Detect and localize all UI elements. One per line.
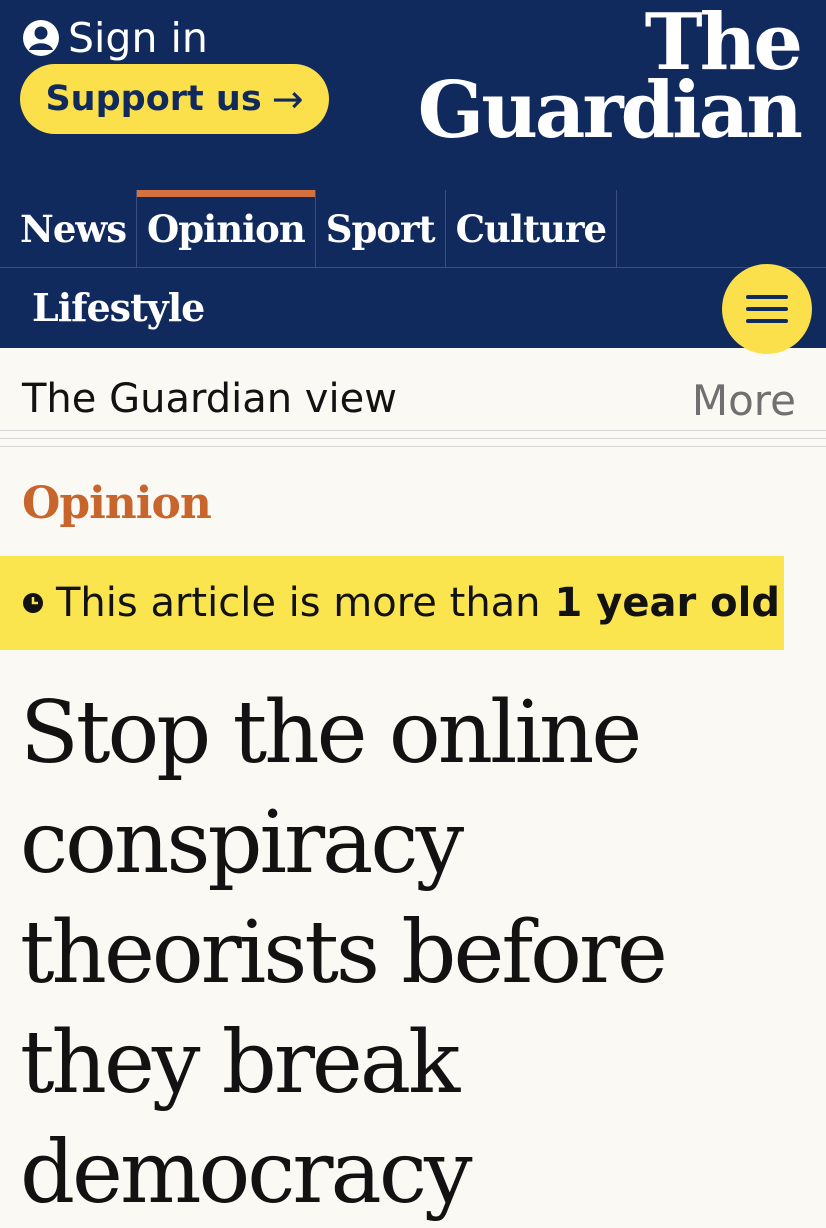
divider [0,438,826,439]
section-link-guardian-view[interactable]: The Guardian view [22,376,397,422]
tab-opinion-label: Opinion [147,207,306,251]
tab-culture[interactable]: Culture [446,190,618,268]
divider [0,446,826,447]
clock-icon [23,593,43,613]
arrow-right-icon: → [271,77,304,121]
guardian-logo[interactable]: The Guardian [417,4,803,156]
menu-button[interactable] [722,264,812,354]
primary-nav: News Opinion Sport Culture [0,190,618,268]
age-text: This article is more than [56,580,541,626]
support-us-button[interactable]: Support us → [20,64,329,134]
article-headline: Stop the online conspiracy theorists bef… [20,683,668,1223]
sign-in-label: Sign in [68,14,208,62]
tab-lifestyle[interactable]: Lifestyle [32,285,205,330]
site-header: Sign in Support us → The Guardian News O… [0,0,826,348]
logo-line-2: Guardian [417,65,803,156]
tab-culture-label: Culture [455,207,607,251]
age-value: 1 year old [554,580,780,626]
tab-sport-label: Sport [325,207,436,251]
more-link[interactable]: More [692,376,796,425]
tab-opinion[interactable]: Opinion [137,190,316,268]
tab-news-label: News [20,207,127,251]
divider [0,430,826,431]
sign-in-link[interactable]: Sign in [22,14,208,62]
nav-divider [0,267,826,268]
article-age-banner: This article is more than 1 year old [0,556,784,650]
section-kicker[interactable]: Opinion [22,478,212,529]
tab-sport[interactable]: Sport [316,190,446,268]
tab-news[interactable]: News [0,190,138,268]
support-us-label: Support us [45,79,262,119]
user-icon [23,20,59,56]
